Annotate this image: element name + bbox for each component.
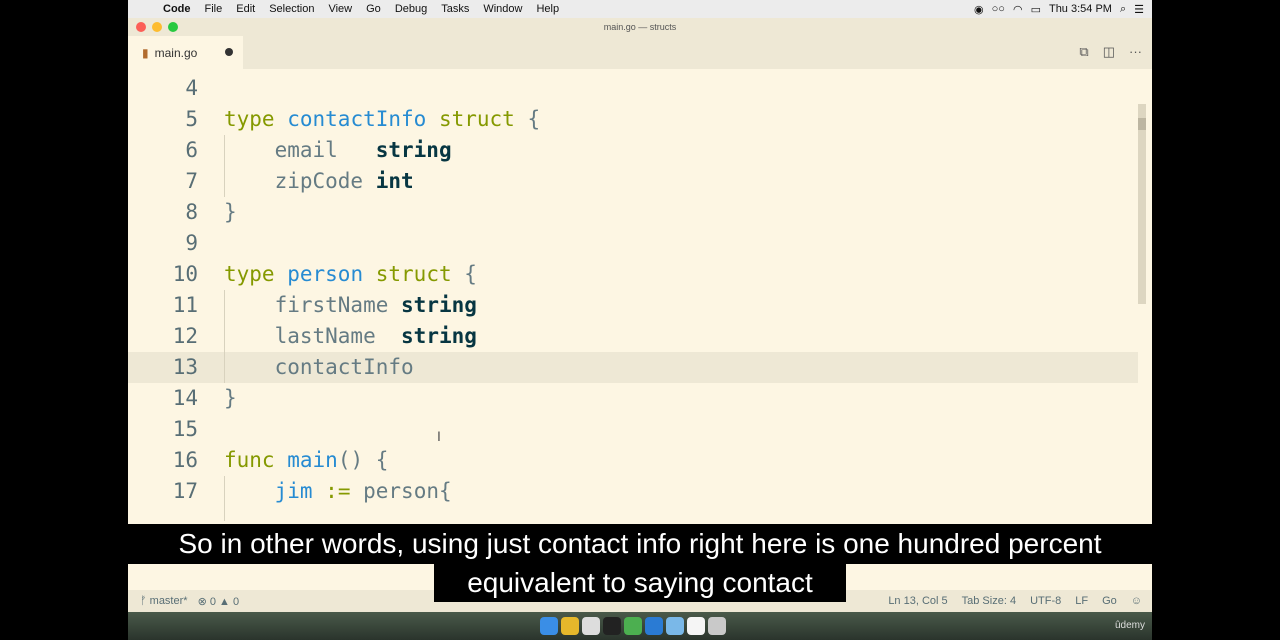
line-number: 10 xyxy=(172,262,198,286)
code-line: 16 func main() { xyxy=(128,445,1138,476)
mac-menubar: Code File Edit Selection View Go Debug T… xyxy=(128,0,1152,18)
line-number: 4 xyxy=(185,76,198,100)
code-line: 14} xyxy=(128,383,1138,414)
wifi-icon[interactable]: ◠ xyxy=(1013,3,1023,16)
indent-guide xyxy=(224,135,225,197)
line-endings[interactable]: LF xyxy=(1075,595,1088,607)
menu-view[interactable]: View xyxy=(321,3,359,15)
dock xyxy=(540,614,726,638)
feedback-smiley-icon[interactable]: ☺ xyxy=(1131,595,1142,607)
split-editor-icon[interactable]: ◫ xyxy=(1103,44,1115,60)
code-line: 8} xyxy=(128,197,1138,228)
subtitle-line-1: So in other words, using just contact in… xyxy=(100,524,1180,564)
line-number: 13 xyxy=(172,355,198,379)
close-window-icon[interactable] xyxy=(136,22,146,32)
spotlight-search-icon[interactable]: ⌕ xyxy=(1120,3,1126,16)
line-number: 7 xyxy=(185,169,198,193)
line-number: 5 xyxy=(185,107,198,131)
code-line: 9 xyxy=(128,228,1138,259)
battery-icon[interactable]: ▭ xyxy=(1031,3,1041,16)
finder-icon[interactable] xyxy=(540,617,558,635)
git-branch[interactable]: ᚠ master* xyxy=(140,595,188,608)
language-mode[interactable]: Go xyxy=(1102,595,1117,607)
line-number: 11 xyxy=(172,293,198,317)
line-number: 16 xyxy=(172,448,198,472)
tab-label: main.go xyxy=(154,45,198,60)
indent-guide xyxy=(224,476,225,521)
editor-window: Code File Edit Selection View Go Debug T… xyxy=(128,0,1152,612)
cursor-position[interactable]: Ln 13, Col 5 xyxy=(888,595,947,607)
tab-main-go[interactable]: ▮ main.go xyxy=(128,36,243,69)
code-editor[interactable]: 4 5 type contactInfo struct { 6 email str… xyxy=(128,69,1152,521)
menu-edit[interactable]: Edit xyxy=(229,3,262,15)
indent-guide xyxy=(224,290,225,383)
document-icon[interactable] xyxy=(687,617,705,635)
code-line: 11 firstName string xyxy=(128,290,1138,321)
trash-icon[interactable] xyxy=(708,617,726,635)
glasses-icon[interactable]: ○○ xyxy=(992,3,1005,15)
subtitle-line-2: equivalent to saying contact xyxy=(434,564,846,602)
line-number: 15 xyxy=(172,417,198,441)
vertical-scrollbar[interactable] xyxy=(1138,104,1146,304)
record-icon[interactable]: ◉ xyxy=(974,3,984,16)
tab-bar: ▮ main.go ⧉ ◫ ··· xyxy=(128,36,1152,69)
clock[interactable]: Thu 3:54 PM xyxy=(1049,3,1112,15)
scrollbar-thumb[interactable] xyxy=(1138,118,1146,130)
more-actions-icon[interactable]: ··· xyxy=(1129,44,1142,60)
line-number: 12 xyxy=(172,324,198,348)
code-line: 4 xyxy=(128,73,1138,104)
menu-help[interactable]: Help xyxy=(529,3,566,15)
title-bar: main.go — structs xyxy=(128,18,1152,36)
menu-go[interactable]: Go xyxy=(359,3,388,15)
mouse-ibeam-cursor-icon: I xyxy=(437,428,441,444)
line-number: 14 xyxy=(172,386,198,410)
code-line: 6 email string xyxy=(128,135,1138,166)
code-line-current: 13 contactInfo xyxy=(128,352,1138,383)
udemy-watermark: ûdemy xyxy=(1114,620,1145,631)
unsaved-dot-icon[interactable] xyxy=(225,48,233,56)
vscode-icon[interactable] xyxy=(645,617,663,635)
code-line: 17 jim := person{ xyxy=(128,476,1138,507)
app-icon[interactable] xyxy=(666,617,684,635)
encoding[interactable]: UTF-8 xyxy=(1030,595,1061,607)
line-number: 9 xyxy=(185,231,198,255)
code-line: 12 lastName string xyxy=(128,321,1138,352)
menu-debug[interactable]: Debug xyxy=(388,3,434,15)
go-file-icon: ▮ xyxy=(142,45,149,60)
minimize-window-icon[interactable] xyxy=(152,22,162,32)
code-line: 7 zipCode int xyxy=(128,166,1138,197)
notification-center-icon[interactable]: ☰ xyxy=(1134,3,1144,16)
problems-indicator[interactable]: ⊗ 0 ▲ 0 xyxy=(198,595,240,608)
menu-window[interactable]: Window xyxy=(476,3,529,15)
code-line: 10 type person struct { xyxy=(128,259,1138,290)
browser-icon[interactable] xyxy=(624,617,642,635)
maximize-window-icon[interactable] xyxy=(168,22,178,32)
window-title: main.go — structs xyxy=(603,22,677,32)
line-number: 6 xyxy=(185,138,198,162)
menu-selection[interactable]: Selection xyxy=(262,3,321,15)
line-number: 8 xyxy=(185,200,198,224)
code-line: 5 type contactInfo struct { xyxy=(128,104,1138,135)
open-changes-icon[interactable]: ⧉ xyxy=(1079,44,1088,60)
menu-file[interactable]: File xyxy=(198,3,230,15)
tab-size[interactable]: Tab Size: 4 xyxy=(962,595,1016,607)
line-number: 17 xyxy=(172,479,198,503)
terminal-icon[interactable] xyxy=(603,617,621,635)
chrome-icon[interactable] xyxy=(561,617,579,635)
menu-app-code[interactable]: Code xyxy=(156,3,198,15)
messages-icon[interactable] xyxy=(582,617,600,635)
code-line: 15 xyxy=(128,414,1138,445)
menu-tasks[interactable]: Tasks xyxy=(434,3,476,15)
